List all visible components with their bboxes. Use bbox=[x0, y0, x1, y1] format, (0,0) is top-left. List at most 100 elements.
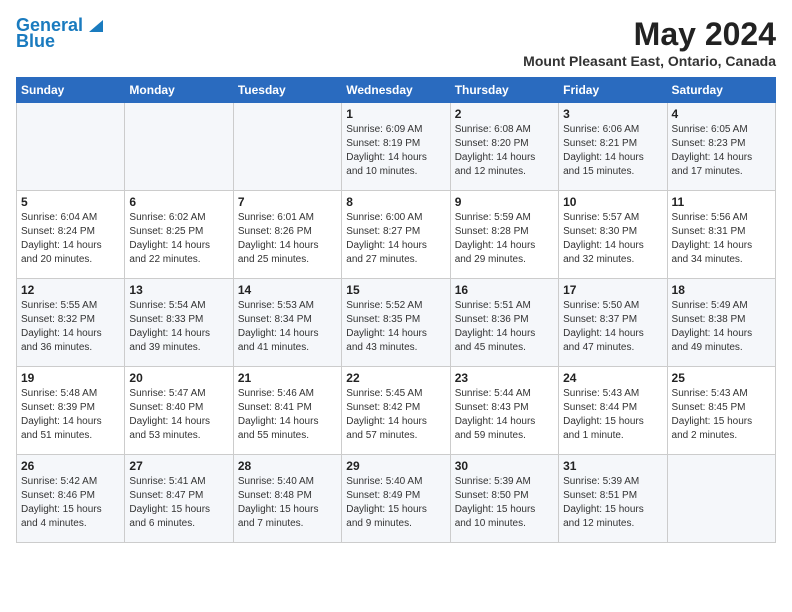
day-info: Sunrise: 6:01 AM Sunset: 8:26 PM Dayligh… bbox=[238, 211, 337, 267]
calendar-cell: 30 Sunrise: 5:39 AM Sunset: 8:50 PM Dayli… bbox=[450, 455, 558, 543]
calendar-cell: 20Sunrise: 5:47 AM Sunset: 8:40 PM Dayli… bbox=[125, 367, 233, 455]
day-number: 29 bbox=[346, 459, 445, 473]
day-header-thursday: Thursday bbox=[450, 78, 558, 103]
day-number: 23 bbox=[455, 371, 554, 385]
day-number: 26 bbox=[21, 459, 120, 473]
calendar-cell bbox=[17, 103, 125, 191]
day-number: 10 bbox=[563, 195, 662, 209]
day-info: Sunrise: 5:47 AM Sunset: 8:40 PM Dayligh… bbox=[129, 387, 228, 443]
day-number: 7 bbox=[238, 195, 337, 209]
calendar-cell: 14 Sunrise: 5:53 AM Sunset: 8:34 PM Dayli… bbox=[233, 279, 341, 367]
week-row-2: 5 Sunrise: 6:04 AM Sunset: 8:24 PM Daylig… bbox=[17, 191, 776, 279]
calendar-cell: 15Sunrise: 5:52 AM Sunset: 8:35 PM Dayli… bbox=[342, 279, 450, 367]
calendar-cell: 21Sunrise: 5:46 AM Sunset: 8:41 PM Dayli… bbox=[233, 367, 341, 455]
day-number: 21 bbox=[238, 371, 337, 385]
day-number: 31 bbox=[563, 459, 662, 473]
week-row-4: 19 Sunrise: 5:48 AM Sunset: 8:39 PM Dayli… bbox=[17, 367, 776, 455]
calendar-cell: 23 Sunrise: 5:44 AM Sunset: 8:43 PM Dayli… bbox=[450, 367, 558, 455]
day-number: 22 bbox=[346, 371, 445, 385]
calendar-cell: 31 Sunrise: 5:39 AM Sunset: 8:51 PM Dayli… bbox=[559, 455, 667, 543]
day-header-saturday: Saturday bbox=[667, 78, 775, 103]
day-number: 28 bbox=[238, 459, 337, 473]
calendar-cell: 11 Sunrise: 5:56 AM Sunset: 8:31 PM Dayli… bbox=[667, 191, 775, 279]
day-info: Sunrise: 6:05 AM Sunset: 8:23 PM Dayligh… bbox=[672, 123, 771, 179]
calendar-cell: 24 Sunrise: 5:43 AM Sunset: 8:44 PM Dayli… bbox=[559, 367, 667, 455]
week-row-5: 26 Sunrise: 5:42 AM Sunset: 8:46 PM Dayli… bbox=[17, 455, 776, 543]
calendar-cell bbox=[125, 103, 233, 191]
day-info: Sunrise: 5:41 AM Sunset: 8:47 PM Dayligh… bbox=[129, 475, 228, 531]
day-info: Sunrise: 5:40 AM Sunset: 8:48 PM Dayligh… bbox=[238, 475, 337, 531]
calendar-table: SundayMondayTuesdayWednesdayThursdayFrid… bbox=[16, 77, 776, 543]
calendar-cell: 8Sunrise: 6:00 AM Sunset: 8:27 PM Daylig… bbox=[342, 191, 450, 279]
day-info: Sunrise: 5:44 AM Sunset: 8:43 PM Dayligh… bbox=[455, 387, 554, 443]
day-number: 2 bbox=[455, 107, 554, 121]
day-number: 6 bbox=[129, 195, 228, 209]
day-info: Sunrise: 6:09 AM Sunset: 8:19 PM Dayligh… bbox=[346, 123, 445, 179]
calendar-cell: 19 Sunrise: 5:48 AM Sunset: 8:39 PM Dayli… bbox=[17, 367, 125, 455]
day-info: Sunrise: 5:49 AM Sunset: 8:38 PM Dayligh… bbox=[672, 299, 771, 355]
day-number: 30 bbox=[455, 459, 554, 473]
calendar-cell: 10 Sunrise: 5:57 AM Sunset: 8:30 PM Dayli… bbox=[559, 191, 667, 279]
day-number: 19 bbox=[21, 371, 120, 385]
calendar-cell: 6Sunrise: 6:02 AM Sunset: 8:25 PM Daylig… bbox=[125, 191, 233, 279]
day-number: 16 bbox=[455, 283, 554, 297]
day-number: 14 bbox=[238, 283, 337, 297]
day-info: Sunrise: 5:55 AM Sunset: 8:32 PM Dayligh… bbox=[21, 299, 120, 355]
day-info: Sunrise: 5:42 AM Sunset: 8:46 PM Dayligh… bbox=[21, 475, 120, 531]
day-number: 13 bbox=[129, 283, 228, 297]
location: Mount Pleasant East, Ontario, Canada bbox=[523, 53, 776, 69]
title-block: May 2024 Mount Pleasant East, Ontario, C… bbox=[523, 16, 776, 69]
day-info: Sunrise: 5:48 AM Sunset: 8:39 PM Dayligh… bbox=[21, 387, 120, 443]
calendar-cell: 29 Sunrise: 5:40 AM Sunset: 8:49 PM Dayli… bbox=[342, 455, 450, 543]
day-number: 18 bbox=[672, 283, 771, 297]
day-info: Sunrise: 5:59 AM Sunset: 8:28 PM Dayligh… bbox=[455, 211, 554, 267]
calendar-cell: 9 Sunrise: 5:59 AM Sunset: 8:28 PM Daylig… bbox=[450, 191, 558, 279]
calendar-cell: 7 Sunrise: 6:01 AM Sunset: 8:26 PM Daylig… bbox=[233, 191, 341, 279]
day-header-monday: Monday bbox=[125, 78, 233, 103]
day-number: 25 bbox=[672, 371, 771, 385]
calendar-cell: 5 Sunrise: 6:04 AM Sunset: 8:24 PM Daylig… bbox=[17, 191, 125, 279]
day-number: 4 bbox=[672, 107, 771, 121]
calendar-cell: 2 Sunrise: 6:08 AM Sunset: 8:20 PM Daylig… bbox=[450, 103, 558, 191]
calendar-cell: 12 Sunrise: 5:55 AM Sunset: 8:32 PM Dayli… bbox=[17, 279, 125, 367]
week-row-1: 1Sunrise: 6:09 AM Sunset: 8:19 PM Daylig… bbox=[17, 103, 776, 191]
day-info: Sunrise: 5:39 AM Sunset: 8:51 PM Dayligh… bbox=[563, 475, 662, 531]
calendar-cell: 4 Sunrise: 6:05 AM Sunset: 8:23 PM Daylig… bbox=[667, 103, 775, 191]
day-number: 24 bbox=[563, 371, 662, 385]
day-info: Sunrise: 5:56 AM Sunset: 8:31 PM Dayligh… bbox=[672, 211, 771, 267]
calendar-cell: 17 Sunrise: 5:50 AM Sunset: 8:37 PM Dayli… bbox=[559, 279, 667, 367]
day-info: Sunrise: 5:53 AM Sunset: 8:34 PM Dayligh… bbox=[238, 299, 337, 355]
day-number: 17 bbox=[563, 283, 662, 297]
day-info: Sunrise: 5:39 AM Sunset: 8:50 PM Dayligh… bbox=[455, 475, 554, 531]
logo-icon bbox=[85, 16, 103, 34]
calendar-cell: 25Sunrise: 5:43 AM Sunset: 8:45 PM Dayli… bbox=[667, 367, 775, 455]
logo: General Blue bbox=[16, 16, 103, 52]
day-info: Sunrise: 5:50 AM Sunset: 8:37 PM Dayligh… bbox=[563, 299, 662, 355]
calendar-cell bbox=[667, 455, 775, 543]
month-title: May 2024 bbox=[523, 16, 776, 53]
day-info: Sunrise: 6:04 AM Sunset: 8:24 PM Dayligh… bbox=[21, 211, 120, 267]
calendar-cell: 22 Sunrise: 5:45 AM Sunset: 8:42 PM Dayli… bbox=[342, 367, 450, 455]
day-number: 11 bbox=[672, 195, 771, 209]
header-row: SundayMondayTuesdayWednesdayThursdayFrid… bbox=[17, 78, 776, 103]
day-info: Sunrise: 5:57 AM Sunset: 8:30 PM Dayligh… bbox=[563, 211, 662, 267]
day-header-wednesday: Wednesday bbox=[342, 78, 450, 103]
calendar-cell: 1Sunrise: 6:09 AM Sunset: 8:19 PM Daylig… bbox=[342, 103, 450, 191]
day-info: Sunrise: 5:43 AM Sunset: 8:44 PM Dayligh… bbox=[563, 387, 662, 443]
page-header: General Blue May 2024 Mount Pleasant Eas… bbox=[16, 16, 776, 69]
day-number: 12 bbox=[21, 283, 120, 297]
calendar-cell: 28 Sunrise: 5:40 AM Sunset: 8:48 PM Dayli… bbox=[233, 455, 341, 543]
day-info: Sunrise: 6:00 AM Sunset: 8:27 PM Dayligh… bbox=[346, 211, 445, 267]
day-number: 3 bbox=[563, 107, 662, 121]
week-row-3: 12 Sunrise: 5:55 AM Sunset: 8:32 PM Dayli… bbox=[17, 279, 776, 367]
calendar-cell: 3 Sunrise: 6:06 AM Sunset: 8:21 PM Daylig… bbox=[559, 103, 667, 191]
day-info: Sunrise: 5:45 AM Sunset: 8:42 PM Dayligh… bbox=[346, 387, 445, 443]
day-info: Sunrise: 5:40 AM Sunset: 8:49 PM Dayligh… bbox=[346, 475, 445, 531]
calendar-cell: 18 Sunrise: 5:49 AM Sunset: 8:38 PM Dayli… bbox=[667, 279, 775, 367]
day-number: 9 bbox=[455, 195, 554, 209]
day-info: Sunrise: 6:06 AM Sunset: 8:21 PM Dayligh… bbox=[563, 123, 662, 179]
day-info: Sunrise: 6:08 AM Sunset: 8:20 PM Dayligh… bbox=[455, 123, 554, 179]
day-info: Sunrise: 5:54 AM Sunset: 8:33 PM Dayligh… bbox=[129, 299, 228, 355]
calendar-cell: 27Sunrise: 5:41 AM Sunset: 8:47 PM Dayli… bbox=[125, 455, 233, 543]
day-number: 5 bbox=[21, 195, 120, 209]
